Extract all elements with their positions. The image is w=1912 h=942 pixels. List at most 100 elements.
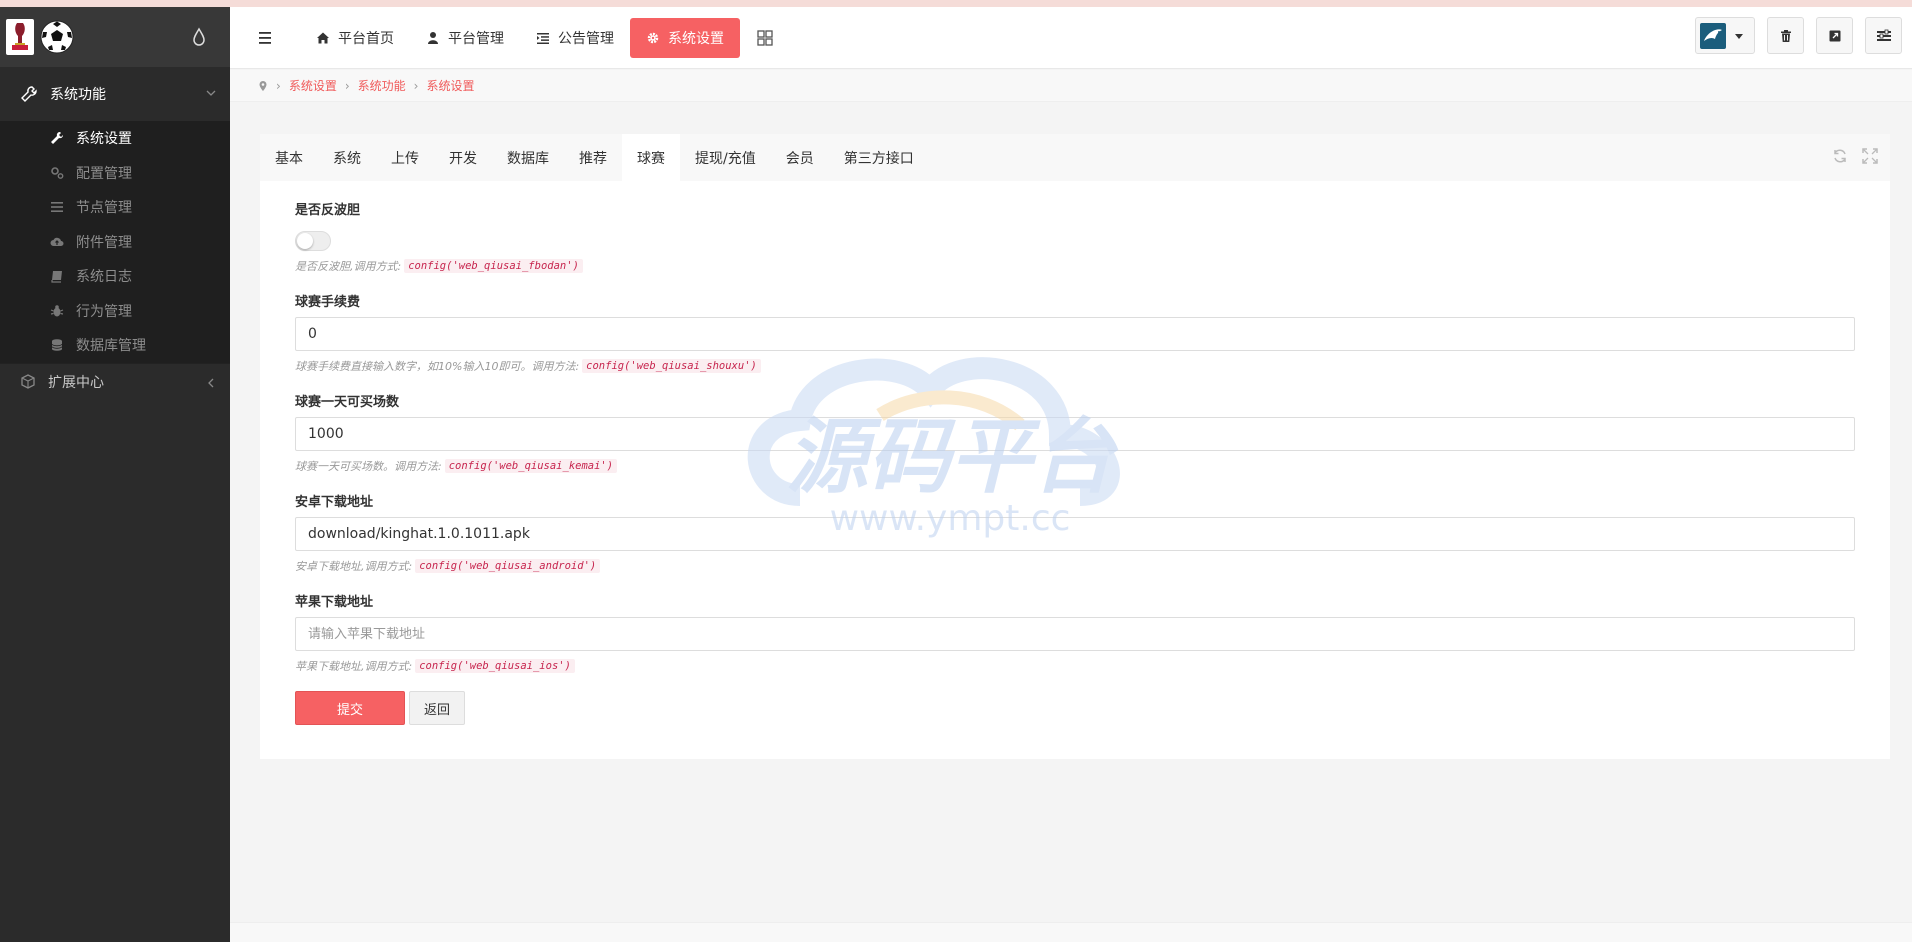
- tab-third-party[interactable]: 第三方接口: [829, 134, 929, 181]
- sidebar-item-database[interactable]: 数据库管理: [0, 328, 230, 363]
- sidebar-item-label: 系统日志: [76, 269, 132, 286]
- field-shouxu: 球赛手续费 球赛手续费直接输入数字，如10%输入10即可。调用方法: confi…: [295, 291, 1855, 375]
- tab-match[interactable]: 球赛: [622, 134, 680, 181]
- sidebar-item-label: 行为管理: [76, 303, 132, 320]
- menu-group-system-label: 系统功能: [50, 87, 106, 103]
- nav-system-settings-label: 系统设置: [668, 30, 724, 47]
- database-icon: [51, 339, 63, 352]
- breadcrumb: › 系统设置 › 系统功能 › 系统设置: [230, 70, 1912, 102]
- fullscreen-icon[interactable]: [1862, 148, 1878, 164]
- breadcrumb-separator: ›: [276, 78, 281, 93]
- daily-matches-input[interactable]: [295, 417, 1855, 451]
- field-label: 安卓下载地址: [295, 495, 374, 510]
- sidebar-item-system-settings[interactable]: 系统设置: [0, 121, 230, 156]
- indent-list-icon: [537, 32, 549, 44]
- trash-icon: [1780, 29, 1791, 42]
- help-text: 是否反波胆,调用方式:: [295, 260, 402, 273]
- sidebar-item-logs[interactable]: 系统日志: [0, 259, 230, 294]
- clear-cache-button[interactable]: [1767, 17, 1804, 54]
- breadcrumb-separator: ›: [344, 78, 350, 93]
- tab-recommend[interactable]: 推荐: [564, 134, 622, 181]
- nav-system-settings[interactable]: 系统设置: [630, 17, 740, 58]
- back-button[interactable]: 返回: [409, 691, 465, 725]
- tab-label: 数据库: [507, 150, 549, 167]
- breadcrumb-link[interactable]: 系统设置: [289, 77, 337, 94]
- tab-upload[interactable]: 上传: [376, 134, 434, 181]
- android-url-input[interactable]: [295, 517, 1855, 551]
- help-code: config('web_qiusai_kemai'): [444, 459, 618, 473]
- layout-settings-button[interactable]: [1865, 17, 1902, 54]
- sidebar-item-behavior[interactable]: 行为管理: [0, 294, 230, 329]
- field-label: 是否反波胆: [295, 203, 361, 218]
- sidebar: 系统功能 系统设置 配置管理 节点管理 附件管理 系统日志 行为管理 数据库管理…: [0, 7, 230, 942]
- user-icon: [428, 31, 438, 44]
- open-site-button[interactable]: [1816, 17, 1853, 54]
- sliders-icon: [1876, 29, 1891, 41]
- bug-icon: [50, 304, 64, 317]
- cubes-icon: [21, 374, 35, 389]
- tab-label: 系统: [333, 150, 361, 167]
- field-label: 苹果下载地址: [295, 595, 374, 610]
- sidebar-item-nodes[interactable]: 节点管理: [0, 190, 230, 225]
- menu-toggle-icon[interactable]: [256, 29, 280, 47]
- chevron-down-icon: [206, 90, 216, 96]
- tab-database[interactable]: 数据库: [492, 134, 564, 181]
- sidebar-item-label: 节点管理: [76, 200, 132, 217]
- field-label: 球赛手续费: [295, 295, 361, 310]
- external-link-icon: [1829, 30, 1840, 41]
- fee-input[interactable]: [295, 317, 1855, 351]
- nav-announcements[interactable]: 公告管理: [520, 18, 630, 58]
- gear-icon: [647, 32, 659, 43]
- field-help: 安卓下载地址,调用方式: config('web_qiusai_android'…: [295, 557, 1855, 575]
- user-menu-button[interactable]: [1695, 17, 1755, 54]
- breadcrumb-link[interactable]: 系统功能: [358, 77, 406, 94]
- top-header: 平台首页 平台管理 公告管理 系统设置: [230, 7, 1912, 69]
- football-icon: [40, 20, 74, 54]
- nav-announcements-label: 公告管理: [558, 30, 614, 47]
- field-help: 球赛手续费直接输入数字，如10%输入10即可。调用方法: config('web…: [295, 357, 1855, 375]
- fbodan-toggle[interactable]: [295, 231, 331, 251]
- tab-member[interactable]: 会员: [771, 134, 829, 181]
- field-fbodan: 是否反波胆 是否反波胆,调用方式: config('web_qiusai_fbo…: [295, 199, 1855, 275]
- gears-icon: [51, 166, 64, 179]
- help-code: config('web_qiusai_fbodan'): [404, 259, 583, 273]
- settings-tabs: 基本 系统 上传 开发 数据库 推荐 球赛 提现/充值 会员 第三方接口: [260, 134, 1890, 181]
- chevron-left-icon: [208, 378, 214, 387]
- sidebar-item-config[interactable]: 配置管理: [0, 156, 230, 191]
- theme-drop-icon[interactable]: [190, 27, 208, 47]
- field-android: 安卓下载地址 安卓下载地址,调用方式: config('web_qiusai_a…: [295, 491, 1855, 575]
- menu-group-system[interactable]: 系统功能: [0, 67, 230, 121]
- tab-label: 第三方接口: [843, 150, 914, 167]
- field-kemai: 球赛一天可买场数 球赛一天可买场数。调用方法: config('web_qius…: [295, 391, 1855, 475]
- tab-develop[interactable]: 开发: [434, 134, 492, 181]
- tab-label: 开发: [449, 150, 477, 167]
- map-marker-icon: [259, 80, 267, 91]
- tab-label: 球赛: [637, 150, 665, 167]
- submit-button[interactable]: 提交: [295, 691, 405, 725]
- breadcrumb-link[interactable]: 系统设置: [426, 77, 474, 94]
- help-text: 苹果下载地址,调用方式:: [295, 660, 413, 673]
- sidebar-item-attachments[interactable]: 附件管理: [0, 225, 230, 260]
- field-help: 苹果下载地址,调用方式: config('web_qiusai_ios'): [295, 657, 1855, 675]
- ios-url-input[interactable]: [295, 617, 1855, 651]
- nav-platform-management[interactable]: 平台管理: [410, 18, 520, 58]
- menu-group-extension[interactable]: 扩展中心: [0, 362, 230, 401]
- help-code: config('web_qiusai_shouxu'): [582, 359, 761, 373]
- field-help: 球赛一天可买场数。调用方法: config('web_qiusai_kemai'…: [295, 457, 1855, 475]
- tab-label: 推荐: [579, 150, 607, 167]
- submenu-system: 系统设置 配置管理 节点管理 附件管理 系统日志 行为管理 数据库管理: [0, 121, 230, 363]
- field-help: 是否反波胆,调用方式: config('web_qiusai_fbodan'): [295, 257, 1855, 275]
- book-icon: [51, 271, 62, 283]
- tab-withdraw-recharge[interactable]: 提现/充值: [680, 134, 771, 181]
- app-grid-icon[interactable]: [756, 29, 774, 47]
- sidebar-item-label: 系统设置: [76, 131, 132, 148]
- tab-system[interactable]: 系统: [318, 134, 376, 181]
- avatar: [1700, 22, 1726, 49]
- help-code: config('web_qiusai_android'): [415, 559, 601, 573]
- logo[interactable]: [6, 19, 34, 55]
- settings-form: 是否反波胆 是否反波胆,调用方式: config('web_qiusai_fbo…: [260, 181, 1890, 725]
- refresh-icon[interactable]: [1832, 148, 1848, 164]
- caret-down-icon: [1735, 33, 1743, 39]
- tab-basic[interactable]: 基本: [260, 134, 318, 181]
- nav-home[interactable]: 平台首页: [300, 18, 410, 58]
